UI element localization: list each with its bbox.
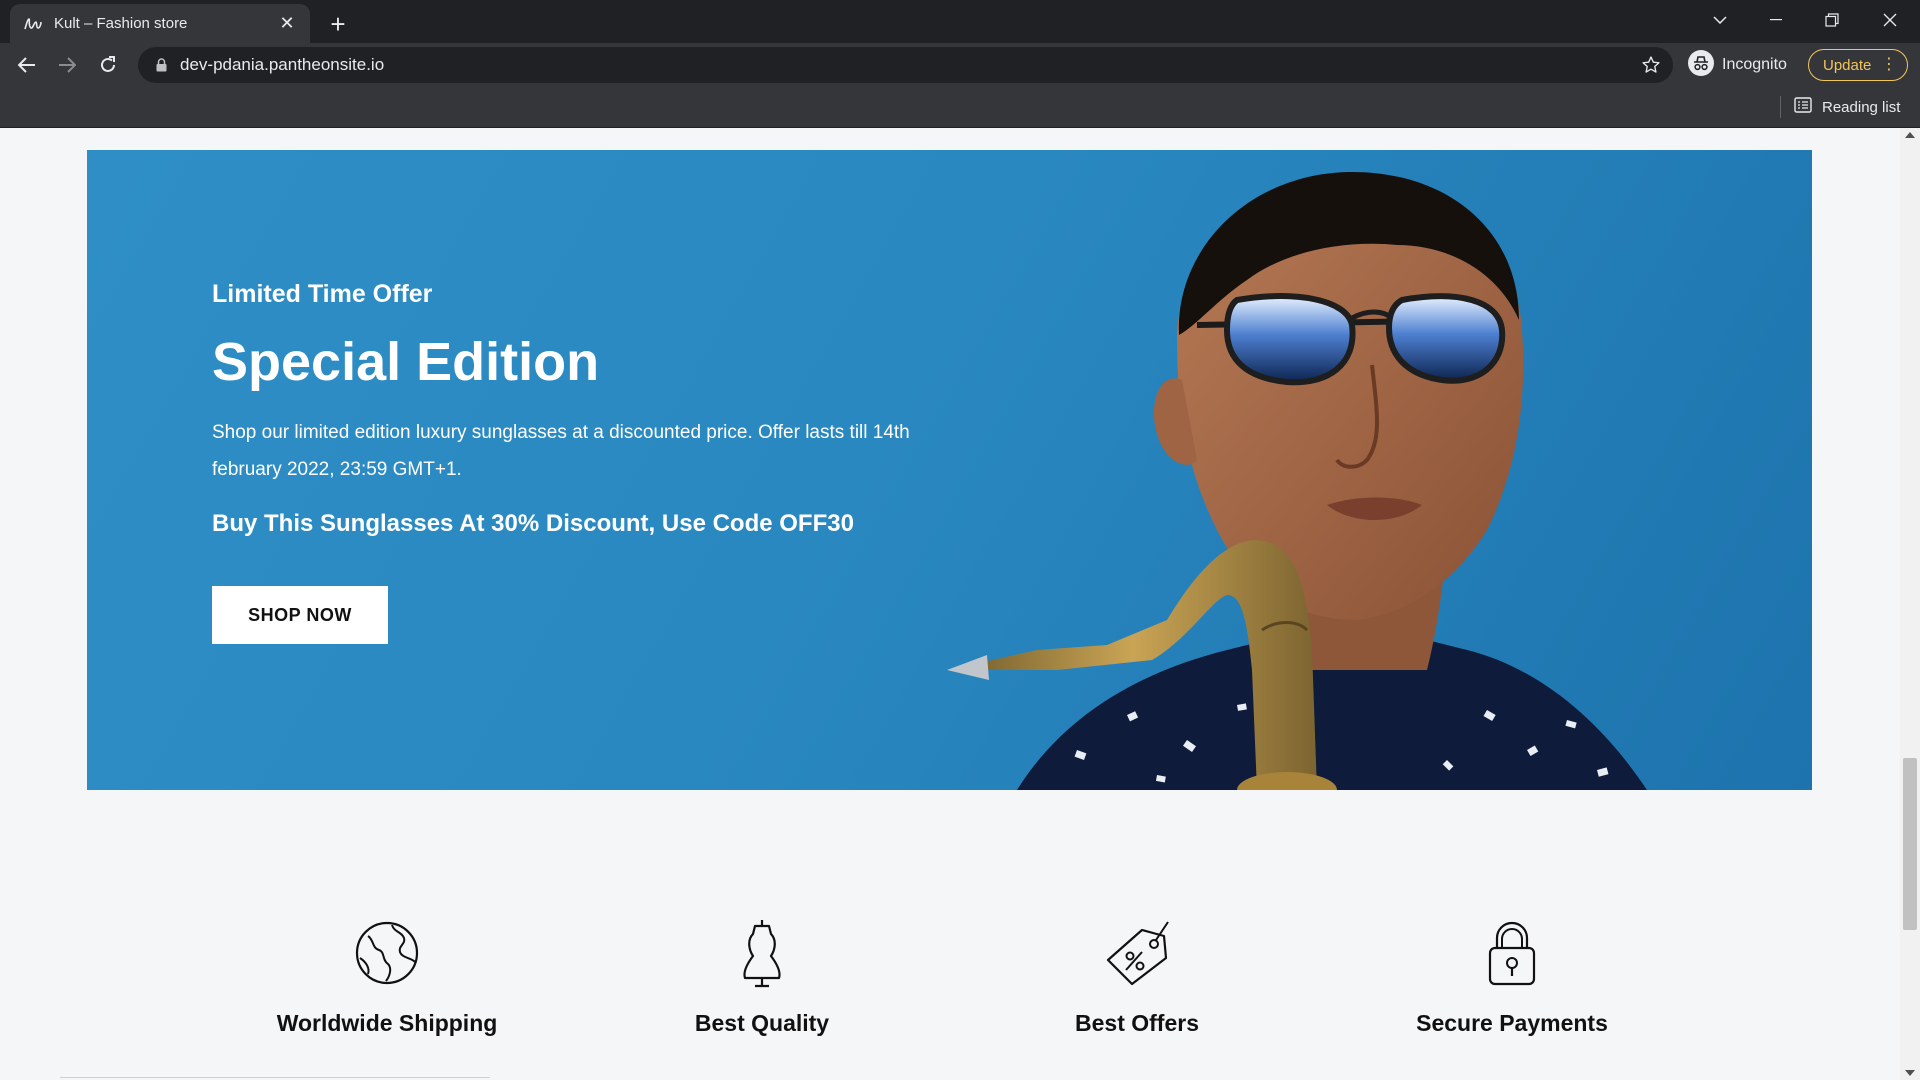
forward-arrow-icon[interactable] xyxy=(51,49,83,81)
hero-description: Shop our limited edition luxury sunglass… xyxy=(212,422,910,481)
features-section: Worldwide Shipping Best Quality Best Off… xyxy=(0,918,1900,1080)
update-button[interactable]: Update ⋮ xyxy=(1808,49,1908,81)
lock-icon[interactable] xyxy=(152,56,170,74)
restore-icon[interactable] xyxy=(1804,0,1860,40)
reading-list-label: Reading list xyxy=(1822,98,1901,116)
reading-list-button[interactable]: Reading list xyxy=(1794,95,1900,119)
page-viewport: Limited Time Offer Special Edition Shop … xyxy=(0,128,1900,1080)
bookmarks-bar: Reading list xyxy=(0,87,1920,128)
globe-icon xyxy=(355,921,419,985)
hero-text-block: Limited Time Offer Special Edition Shop … xyxy=(212,280,972,645)
close-window-icon[interactable] xyxy=(1862,0,1918,40)
hero-promo-text: Buy This Sunglasses At 30% Discount, Use… xyxy=(212,510,854,538)
hero-headline: Special Edition xyxy=(212,332,600,392)
padlock-icon xyxy=(1488,921,1536,986)
reload-icon[interactable] xyxy=(92,49,124,81)
feature-best-quality: Best Quality xyxy=(632,918,892,1037)
scroll-down-arrow-icon[interactable] xyxy=(1905,1070,1915,1076)
shop-now-button[interactable]: SHOP NOW xyxy=(212,586,388,645)
tab-search-chevron-icon[interactable] xyxy=(1692,0,1748,40)
tab-title: Kult – Fashion store xyxy=(54,15,188,32)
kult-favicon-icon xyxy=(22,13,44,35)
browser-tab[interactable]: Kult – Fashion store ✕ xyxy=(10,4,310,43)
incognito-indicator[interactable]: Incognito xyxy=(1688,49,1787,81)
new-tab-plus-icon[interactable]: + xyxy=(322,8,354,40)
update-label: Update xyxy=(1823,56,1872,74)
page-scrollbar[interactable] xyxy=(1900,128,1920,1080)
url-text: dev-pdania.pantheonsite.io xyxy=(180,55,385,74)
feature-label: Worldwide Shipping xyxy=(276,1010,498,1036)
reading-list-icon xyxy=(1794,97,1812,117)
incognito-label: Incognito xyxy=(1722,56,1787,73)
browser-toolbar: dev-pdania.pantheonsite.io Incognito Upd… xyxy=(0,43,1920,87)
feature-label: Best Offers xyxy=(1075,1010,1199,1036)
section-divider xyxy=(60,1077,490,1078)
hero-banner: Limited Time Offer Special Edition Shop … xyxy=(87,150,1812,790)
back-arrow-icon[interactable] xyxy=(11,49,43,81)
dress-form-icon xyxy=(743,920,781,988)
scroll-up-arrow-icon[interactable] xyxy=(1905,132,1915,138)
tab-close-icon[interactable]: ✕ xyxy=(276,13,298,35)
minimize-icon[interactable] xyxy=(1748,0,1804,40)
hero-eyebrow: Limited Time Offer xyxy=(212,280,433,308)
feature-label: Best Quality xyxy=(694,1010,830,1036)
hero-model-photo xyxy=(947,171,1647,790)
incognito-icon xyxy=(1688,49,1714,81)
address-bar[interactable]: dev-pdania.pantheonsite.io xyxy=(138,47,1673,83)
more-vertical-icon[interactable]: ⋮ xyxy=(1881,57,1897,73)
bookmark-star-icon[interactable] xyxy=(1635,49,1667,81)
browser-tab-strip: Kult – Fashion store ✕ + xyxy=(0,0,1920,43)
feature-label: Secure Payments xyxy=(1416,1010,1608,1036)
bookmarks-divider xyxy=(1780,96,1781,118)
feature-best-offers: Best Offers xyxy=(1007,918,1267,1037)
price-tag-icon xyxy=(1106,921,1169,986)
feature-secure-payments: Secure Payments xyxy=(1382,918,1642,1037)
feature-worldwide-shipping: Worldwide Shipping xyxy=(257,918,517,1037)
scrollbar-thumb[interactable] xyxy=(1903,758,1917,930)
